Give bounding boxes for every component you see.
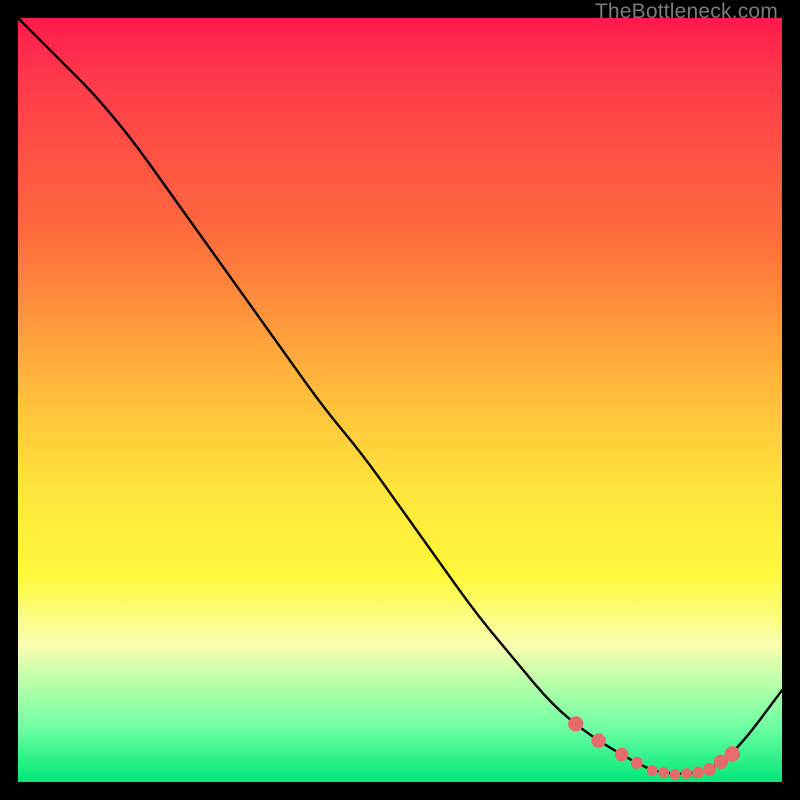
chart-stage: TheBottleneck.com	[0, 0, 800, 800]
marker-dot	[703, 763, 716, 776]
marker-dot	[670, 769, 681, 780]
marker-dot	[725, 746, 741, 762]
curve-line	[18, 18, 782, 774]
marker-dot	[631, 757, 643, 769]
gradient-plot-area	[18, 18, 782, 782]
marker-dot	[615, 748, 629, 762]
marker-dot	[681, 768, 692, 779]
marker-dot	[568, 716, 583, 731]
curve-markers	[568, 716, 740, 779]
chart-svg	[18, 18, 782, 782]
marker-dot	[658, 767, 669, 778]
marker-dot	[591, 734, 605, 748]
marker-dot	[692, 767, 704, 779]
marker-dot	[647, 765, 658, 776]
